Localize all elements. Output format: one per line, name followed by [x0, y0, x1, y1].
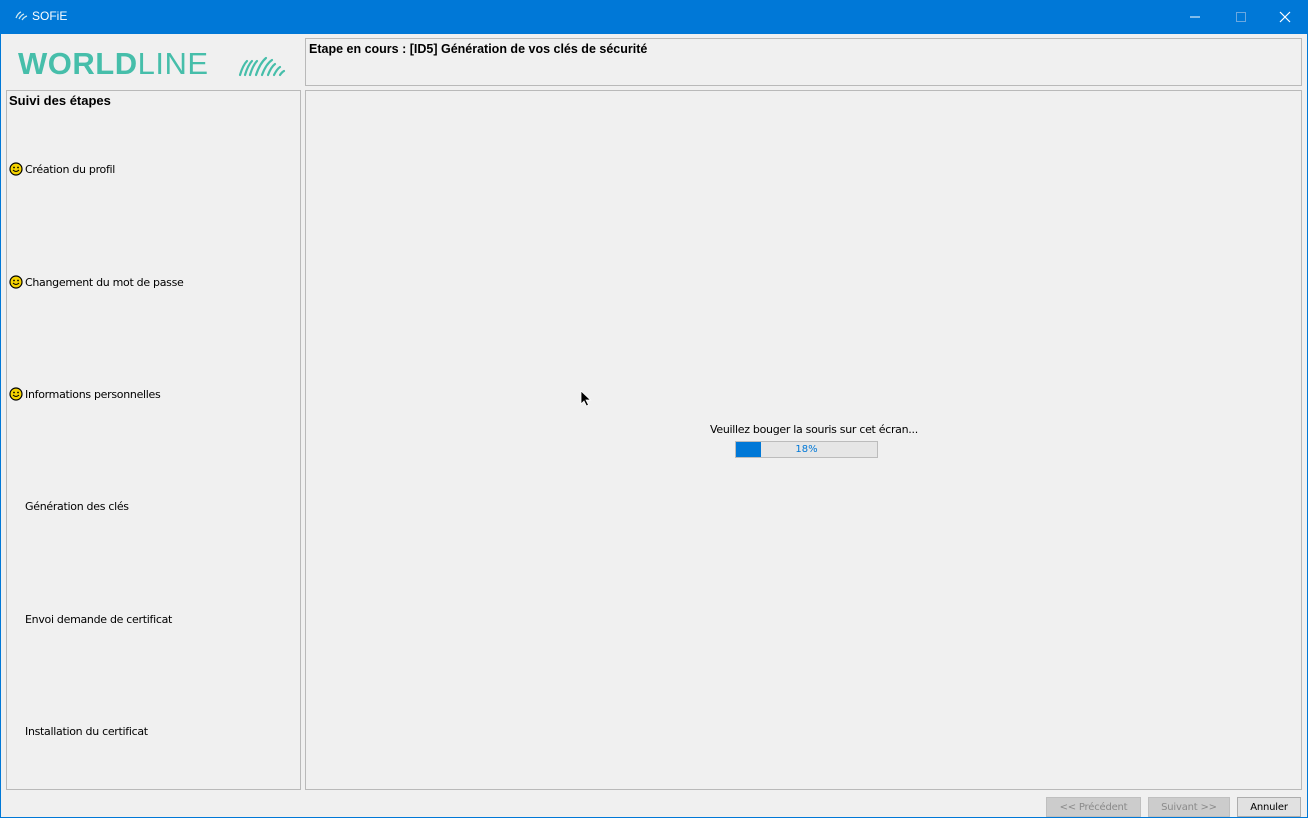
cancel-button[interactable]: Annuler [1237, 797, 1301, 817]
window-title: SOFiE [32, 9, 68, 23]
minimize-icon [1190, 16, 1200, 18]
current-step-header: Etape en cours : [ID5] Génération de vos… [305, 38, 1302, 86]
step-label: Installation du certificat [25, 725, 148, 738]
close-button[interactable] [1262, 0, 1308, 34]
key-generation-progress-bar: 18% [735, 441, 878, 458]
steps-sidebar: Suivi des étapes Création du profil Chan… [6, 90, 301, 790]
steps-title: Suivi des étapes [9, 93, 111, 108]
step-label: Création du profil [25, 163, 116, 176]
mouse-cursor-icon [580, 390, 592, 407]
title-bar[interactable]: SOFiE [0, 0, 1308, 34]
smiley-icon [9, 387, 23, 401]
step-label: Changement du mot de passe [25, 276, 184, 289]
progress-percent: 18% [795, 444, 818, 455]
previous-button[interactable]: << Précédent [1046, 797, 1141, 817]
minimize-button[interactable] [1172, 0, 1218, 34]
logo-light-part: LINE [137, 46, 209, 81]
close-icon [1279, 11, 1291, 23]
step-label: Informations personnelles [25, 388, 161, 401]
step-label: Génération des clés [25, 500, 129, 513]
smiley-icon [9, 162, 23, 176]
logo-wordmark: WORLDLINE [18, 46, 209, 82]
worldline-logo: WORLDLINE [6, 38, 301, 86]
maximize-button[interactable] [1218, 0, 1264, 34]
app-logo-icon [15, 11, 28, 21]
logo-bold-part: WORLD [18, 46, 138, 81]
smiley-icon [9, 275, 23, 289]
current-step-title: Etape en cours : [ID5] Génération de vos… [309, 42, 648, 56]
mouse-entropy-area[interactable]: Veuillez bouger la souris sur cet écran.… [305, 90, 1302, 790]
worldline-waves-icon [238, 56, 286, 77]
next-button[interactable]: Suivant >> [1148, 797, 1230, 817]
maximize-icon [1236, 12, 1246, 22]
step-label: Envoi demande de certificat [25, 613, 173, 626]
move-mouse-message: Veuillez bouger la souris sur cet écran.… [710, 423, 918, 436]
